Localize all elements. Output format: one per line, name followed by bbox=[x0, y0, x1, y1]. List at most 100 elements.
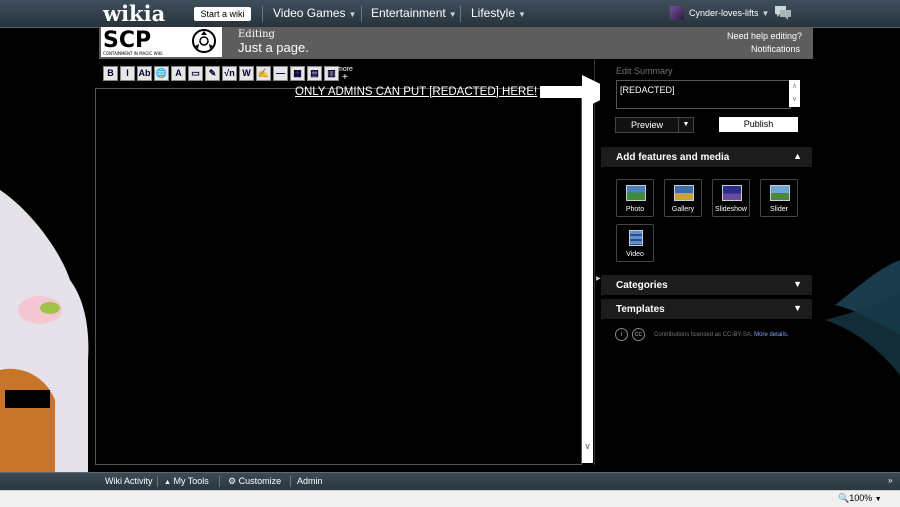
add-video-button[interactable]: Video bbox=[616, 224, 654, 262]
photo-icon bbox=[626, 185, 646, 201]
media-label: Photo bbox=[625, 206, 645, 213]
publish-button[interactable]: Publish bbox=[719, 117, 798, 132]
media-button[interactable]: ✎ bbox=[205, 66, 220, 81]
preview-button[interactable]: Preview bbox=[615, 117, 679, 133]
chevron-double-down-icon[interactable]: » bbox=[888, 476, 892, 485]
caret-up-icon: ▲ bbox=[164, 479, 171, 486]
headline-button[interactable]: A bbox=[171, 66, 186, 81]
edit-summary-value: [REDACTED] bbox=[620, 85, 675, 95]
toolbar-divider bbox=[219, 476, 220, 487]
nav-divider bbox=[361, 6, 362, 22]
logo-subtitle: CONTAINMENT IN MAGIC WIKI bbox=[103, 51, 163, 56]
nav-lifestyle[interactable]: Lifestyle ▼ bbox=[471, 6, 526, 20]
categories-section-header[interactable]: Categories ▼ bbox=[601, 275, 812, 295]
add-slideshow-button[interactable]: Slideshow bbox=[712, 179, 750, 217]
admin-link[interactable]: Admin bbox=[297, 476, 323, 486]
wiki-activity-link[interactable]: Wiki Activity bbox=[105, 476, 153, 486]
math-button[interactable]: √n bbox=[222, 66, 237, 81]
chevron-down-icon: ▼ bbox=[761, 9, 770, 18]
cc-by-icon: i bbox=[615, 328, 628, 341]
features-section-header[interactable]: Add features and media ▲ bbox=[601, 147, 812, 167]
magnifier-icon: 🔍 bbox=[838, 493, 850, 503]
chevron-down-icon: ▼ bbox=[793, 303, 802, 313]
categories-title: Categories bbox=[616, 280, 668, 291]
summary-scrollbar[interactable]: ∧ ∨ bbox=[789, 80, 800, 107]
bold-button[interactable]: B bbox=[103, 66, 118, 81]
zoom-control[interactable]: 🔍100% ▼ bbox=[838, 493, 882, 504]
chevron-down-icon: ▼ bbox=[348, 10, 357, 19]
my-tools-menu[interactable]: ▲ My Tools bbox=[164, 476, 209, 486]
add-gallery-button[interactable]: Gallery bbox=[664, 179, 702, 217]
toolbar-divider bbox=[290, 476, 291, 487]
user-menu[interactable]: Cynder-loves-lifts ▼ bbox=[689, 8, 769, 18]
cc-icon: cc bbox=[632, 328, 645, 341]
chevron-up-icon[interactable]: ∧ bbox=[789, 80, 800, 93]
more-button[interactable]: more + bbox=[337, 66, 353, 83]
zoom-level: 100% bbox=[849, 493, 873, 503]
toolbar-divider bbox=[157, 476, 158, 487]
admin-note: ONLY ADMINS CAN PUT [REDACTED] HERE! bbox=[295, 86, 538, 98]
customize-link[interactable]: ⚙ Customize bbox=[228, 476, 281, 487]
nowiki-button[interactable]: W bbox=[239, 66, 254, 81]
media-label: Slideshow bbox=[715, 206, 747, 213]
customize-label: Customize bbox=[238, 476, 282, 486]
notifications-link[interactable]: Notifications bbox=[751, 44, 800, 54]
page-title: Just a page. bbox=[238, 40, 309, 55]
user-avatar[interactable] bbox=[670, 6, 684, 20]
video-icon bbox=[629, 230, 643, 246]
add-slider-button[interactable]: Slider bbox=[760, 179, 798, 217]
features-title: Add features and media bbox=[616, 152, 730, 163]
need-help-link[interactable]: Need help editing? bbox=[727, 31, 802, 41]
editing-label: Editing bbox=[238, 29, 275, 40]
media-label: Slider bbox=[770, 206, 788, 213]
horizontal-line-button[interactable]: — bbox=[273, 66, 288, 81]
plus-icon: + bbox=[342, 72, 348, 83]
nav-lifestyle-label: Lifestyle bbox=[471, 6, 516, 20]
chevron-down-icon[interactable]: ∨ bbox=[789, 93, 800, 106]
gear-icon: ⚙ bbox=[228, 476, 237, 486]
table-button[interactable]: ▤ bbox=[307, 66, 322, 81]
internal-link-button[interactable]: Ab bbox=[137, 66, 152, 81]
gallery-button[interactable]: ▦ bbox=[290, 66, 305, 81]
license-label: Contributions licensed as CC-BY-SA. bbox=[654, 332, 753, 338]
chevron-down-icon: ▼ bbox=[448, 10, 457, 19]
start-wiki-button[interactable]: Start a wiki bbox=[194, 7, 251, 21]
chevron-down-icon[interactable]: ∨ bbox=[582, 441, 593, 452]
license-text: Contributions licensed as CC-BY-SA. More… bbox=[654, 332, 789, 338]
scp-logo: SCP CONTAINMENT IN MAGIC WIKI bbox=[103, 28, 216, 56]
nav-divider bbox=[460, 6, 461, 22]
edit-summary-label: Edit Summary bbox=[616, 66, 673, 76]
textarea-scrollbar[interactable] bbox=[582, 88, 593, 463]
italic-button[interactable]: I bbox=[120, 66, 135, 81]
username: Cynder-loves-lifts bbox=[689, 8, 759, 18]
my-tools-label: My Tools bbox=[173, 476, 209, 486]
chevron-down-icon: ▼ bbox=[518, 10, 526, 19]
browser-status-bar bbox=[0, 490, 900, 507]
license-link[interactable]: More details. bbox=[754, 332, 788, 338]
edit-textarea[interactable] bbox=[95, 88, 582, 465]
background-decoration-image bbox=[825, 260, 900, 375]
nav-entertainment[interactable]: Entertainment ▼ bbox=[371, 6, 457, 20]
chevron-up-icon: ▲ bbox=[793, 151, 802, 161]
nav-video-games-label: Video Games bbox=[273, 6, 346, 20]
logo-text: SCP bbox=[103, 28, 151, 53]
nav-divider bbox=[262, 6, 263, 22]
templates-section-header[interactable]: Templates ▼ bbox=[601, 299, 812, 319]
templates-title: Templates bbox=[616, 304, 665, 315]
message-wall-icon[interactable] bbox=[775, 6, 791, 20]
add-photo-button[interactable]: Photo bbox=[616, 179, 654, 217]
media-label: Video bbox=[626, 251, 644, 258]
collapse-rail-icon[interactable]: ▶ bbox=[596, 275, 601, 282]
background-character-image bbox=[0, 190, 89, 473]
nav-entertainment-label: Entertainment bbox=[371, 6, 446, 20]
wiki-logo[interactable]: SCP CONTAINMENT IN MAGIC WIKI bbox=[101, 27, 222, 57]
nav-video-games[interactable]: Video Games ▼ bbox=[273, 6, 356, 20]
media-label: Gallery bbox=[671, 206, 695, 213]
slideshow-icon bbox=[722, 185, 742, 201]
chevron-down-icon: ▼ bbox=[874, 496, 882, 503]
wikia-logo[interactable]: wikia bbox=[103, 1, 165, 26]
embed-file-button[interactable]: ▭ bbox=[188, 66, 203, 81]
signature-button[interactable]: ✍ bbox=[256, 66, 271, 81]
external-link-button[interactable]: 🌐 bbox=[154, 66, 169, 81]
preview-dropdown-icon[interactable]: ▼ bbox=[678, 117, 694, 133]
